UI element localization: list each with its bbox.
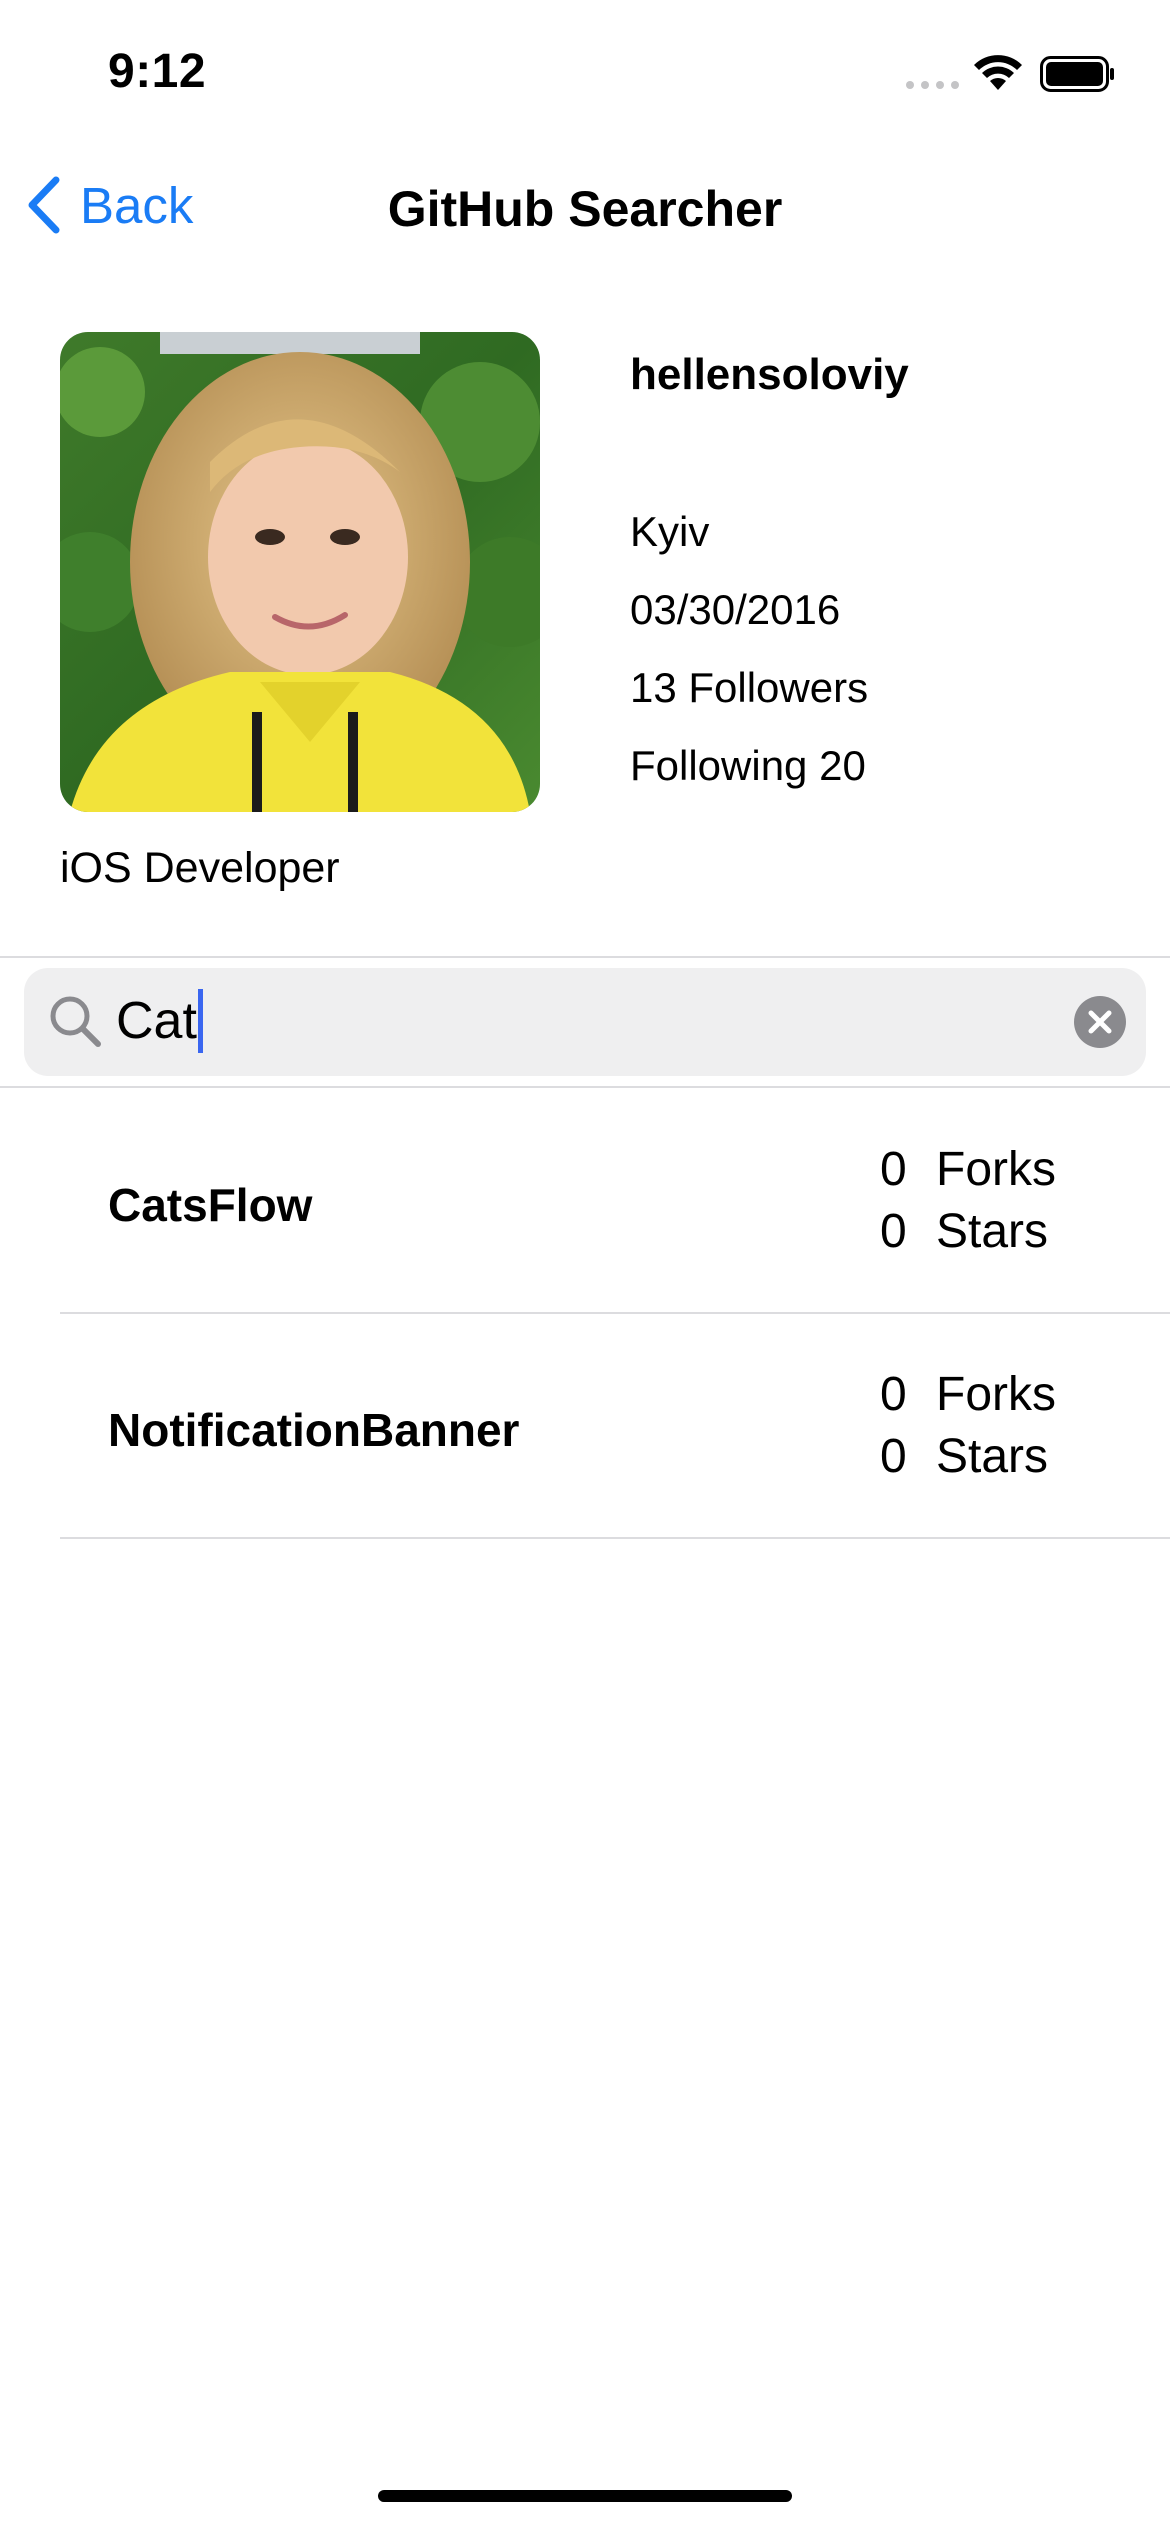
- stars-label: Stars: [936, 1430, 1049, 1483]
- following-count: Following 20: [630, 742, 866, 789]
- chevron-left-icon: [28, 176, 60, 234]
- repo-name: NotificationBanner: [108, 1404, 520, 1456]
- stars-count: 0: [880, 1205, 907, 1258]
- location: Kyiv: [630, 508, 710, 555]
- back-label: Back: [80, 176, 194, 234]
- username: hellensoloviy: [630, 350, 909, 399]
- battery-icon: [1040, 56, 1114, 92]
- clear-icon: [1088, 1010, 1112, 1034]
- navigation-bar: GitHub Searcher Back: [0, 160, 1170, 250]
- repo-name: CatsFlow: [108, 1179, 313, 1231]
- back-button[interactable]: Back: [24, 170, 193, 240]
- repo-forks: 0 Forks: [880, 1367, 1056, 1422]
- repo-stars: 0 Stars: [880, 1204, 1048, 1259]
- forks-count: 0: [880, 1143, 907, 1196]
- stars-label: Stars: [936, 1205, 1049, 1258]
- search-input-value: Cat: [116, 992, 197, 1050]
- status-time: 9:12: [108, 45, 207, 98]
- row-divider: [60, 1537, 1170, 1539]
- bio: iOS Developer: [60, 844, 340, 892]
- home-indicator[interactable]: [378, 2490, 792, 2502]
- text-cursor: [197, 989, 203, 1053]
- search-icon: [50, 996, 101, 1047]
- forks-count: 0: [880, 1368, 907, 1421]
- clear-button[interactable]: [1074, 996, 1126, 1048]
- repo-stars: 0 Stars: [880, 1429, 1048, 1484]
- divider: [0, 956, 1170, 958]
- status-bar: 9:12: [0, 0, 1170, 140]
- cellular-signal-icon: [906, 81, 959, 89]
- followers-count: 13 Followers: [630, 664, 869, 711]
- join-date: 03/30/2016: [630, 586, 841, 633]
- forks-label: Forks: [936, 1368, 1056, 1421]
- forks-label: Forks: [936, 1143, 1056, 1196]
- search-input[interactable]: Cat: [116, 986, 203, 1056]
- repo-row[interactable]: NotificationBanner 0 Forks 0 Stars: [0, 1313, 1170, 1537]
- repo-row[interactable]: CatsFlow 0 Forks 0 Stars: [0, 1088, 1170, 1312]
- wifi-icon: [974, 55, 1022, 90]
- avatar: [60, 332, 540, 812]
- search-bar[interactable]: Cat: [24, 968, 1146, 1076]
- stars-count: 0: [880, 1430, 907, 1483]
- repo-forks: 0 Forks: [880, 1142, 1056, 1197]
